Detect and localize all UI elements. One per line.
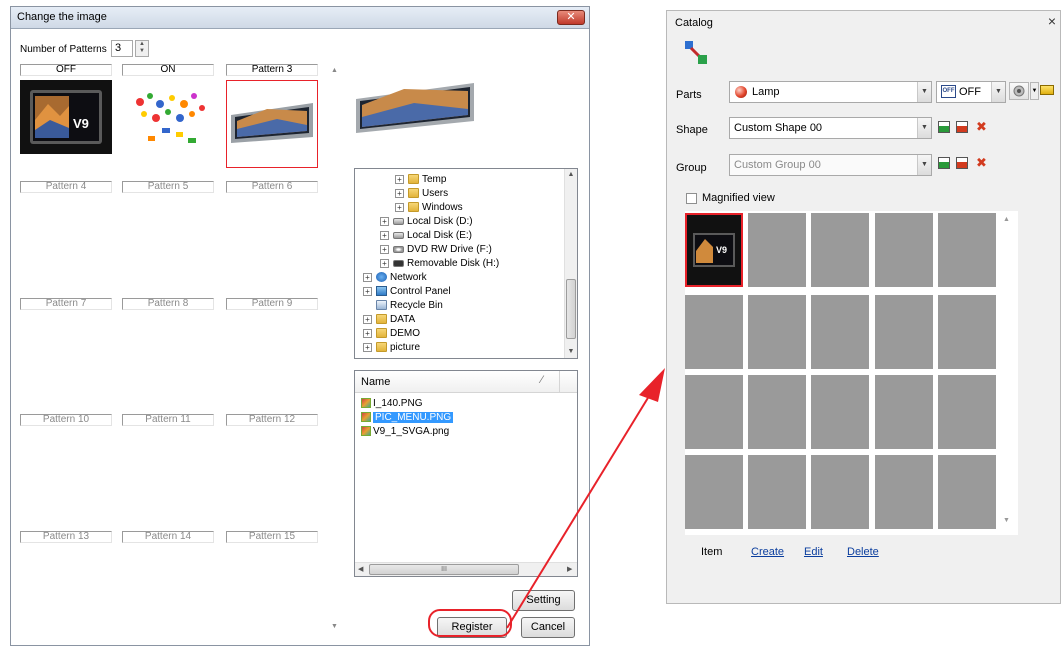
catalog-panel: Catalog × Parts Lamp ▼ OFF OFF ▼ ▼ Shape… [666, 10, 1061, 604]
parts-label: Parts [676, 89, 702, 101]
chevron-down-icon[interactable]: ▼ [991, 82, 1005, 102]
edit-link[interactable]: Edit [804, 546, 823, 558]
catalog-item[interactable] [875, 295, 933, 369]
chevron-down-icon[interactable]: ▼ [917, 118, 931, 138]
catalog-item[interactable] [811, 455, 869, 529]
catalog-item[interactable] [748, 375, 806, 449]
catalog-item[interactable] [938, 455, 996, 529]
shape-delete-icon[interactable]: ✖ [976, 120, 987, 133]
shape-edit-icon[interactable] [956, 121, 968, 133]
parts-state-combobox[interactable]: OFF OFF ▼ [936, 81, 1006, 103]
catalog-item[interactable] [748, 455, 806, 529]
shape-combobox[interactable]: Custom Shape 00 ▼ [729, 117, 932, 139]
chevron-down-icon[interactable]: ▼ [917, 155, 931, 175]
parts-state-value: OFF [959, 86, 981, 98]
group-delete-icon[interactable]: ✖ [976, 156, 987, 169]
shape-value: Custom Shape 00 [734, 122, 823, 134]
catalog-item[interactable] [938, 213, 996, 287]
catalog-title: Catalog [675, 17, 713, 29]
group-combobox[interactable]: Custom Group 00 ▼ [729, 154, 932, 176]
item-label: Item [701, 546, 723, 558]
catalog-item[interactable] [748, 295, 806, 369]
catalog-item[interactable] [811, 375, 869, 449]
group-label: Group [676, 162, 707, 174]
shape-label: Shape [676, 124, 708, 136]
group-value: Custom Group 00 [734, 159, 821, 171]
catalog-item[interactable] [811, 295, 869, 369]
grid-scroll-down-icon[interactable]: ▼ [1003, 517, 1010, 524]
chevron-down-icon[interactable]: ▼ [917, 82, 931, 102]
catalog-thumb-image: V9 [687, 215, 741, 285]
catalog-item[interactable] [938, 295, 996, 369]
part-tool-icon[interactable] [681, 38, 711, 68]
off-state-icon: OFF [941, 85, 956, 98]
catalog-item[interactable] [875, 455, 933, 529]
catalog-item-selected[interactable]: V9 [685, 213, 743, 287]
thumb-v9-logo: V9 [716, 245, 727, 255]
group-edit-icon[interactable] [956, 157, 968, 169]
group-new-icon[interactable] [938, 157, 950, 169]
camera-icon[interactable] [1009, 82, 1029, 100]
catalog-close-icon[interactable]: × [1048, 13, 1056, 29]
catalog-item[interactable] [685, 295, 743, 369]
magnified-view-checkbox[interactable] [686, 193, 697, 204]
parts-combobox[interactable]: Lamp ▼ [729, 81, 932, 103]
catalog-grid[interactable]: V9 ▲ ▼ [685, 211, 1018, 535]
magnified-view-label: Magnified view [702, 192, 775, 204]
grid-scroll-up-icon[interactable]: ▲ [1003, 216, 1010, 223]
catalog-item[interactable] [685, 375, 743, 449]
lamp-icon [735, 86, 747, 98]
catalog-item[interactable] [811, 213, 869, 287]
delete-link[interactable]: Delete [847, 546, 879, 558]
connector-tool-icon [685, 41, 707, 64]
create-link[interactable]: Create [751, 546, 784, 558]
catalog-item[interactable] [748, 213, 806, 287]
parts-value: Lamp [752, 86, 780, 98]
camera-glyph [1013, 85, 1025, 97]
catalog-item[interactable] [875, 213, 933, 287]
folder-open-icon[interactable] [1040, 85, 1054, 95]
catalog-item[interactable] [875, 375, 933, 449]
camera-dropdown-icon[interactable]: ▼ [1030, 82, 1039, 100]
shape-new-icon[interactable] [938, 121, 950, 133]
catalog-item[interactable] [685, 455, 743, 529]
catalog-item[interactable] [938, 375, 996, 449]
